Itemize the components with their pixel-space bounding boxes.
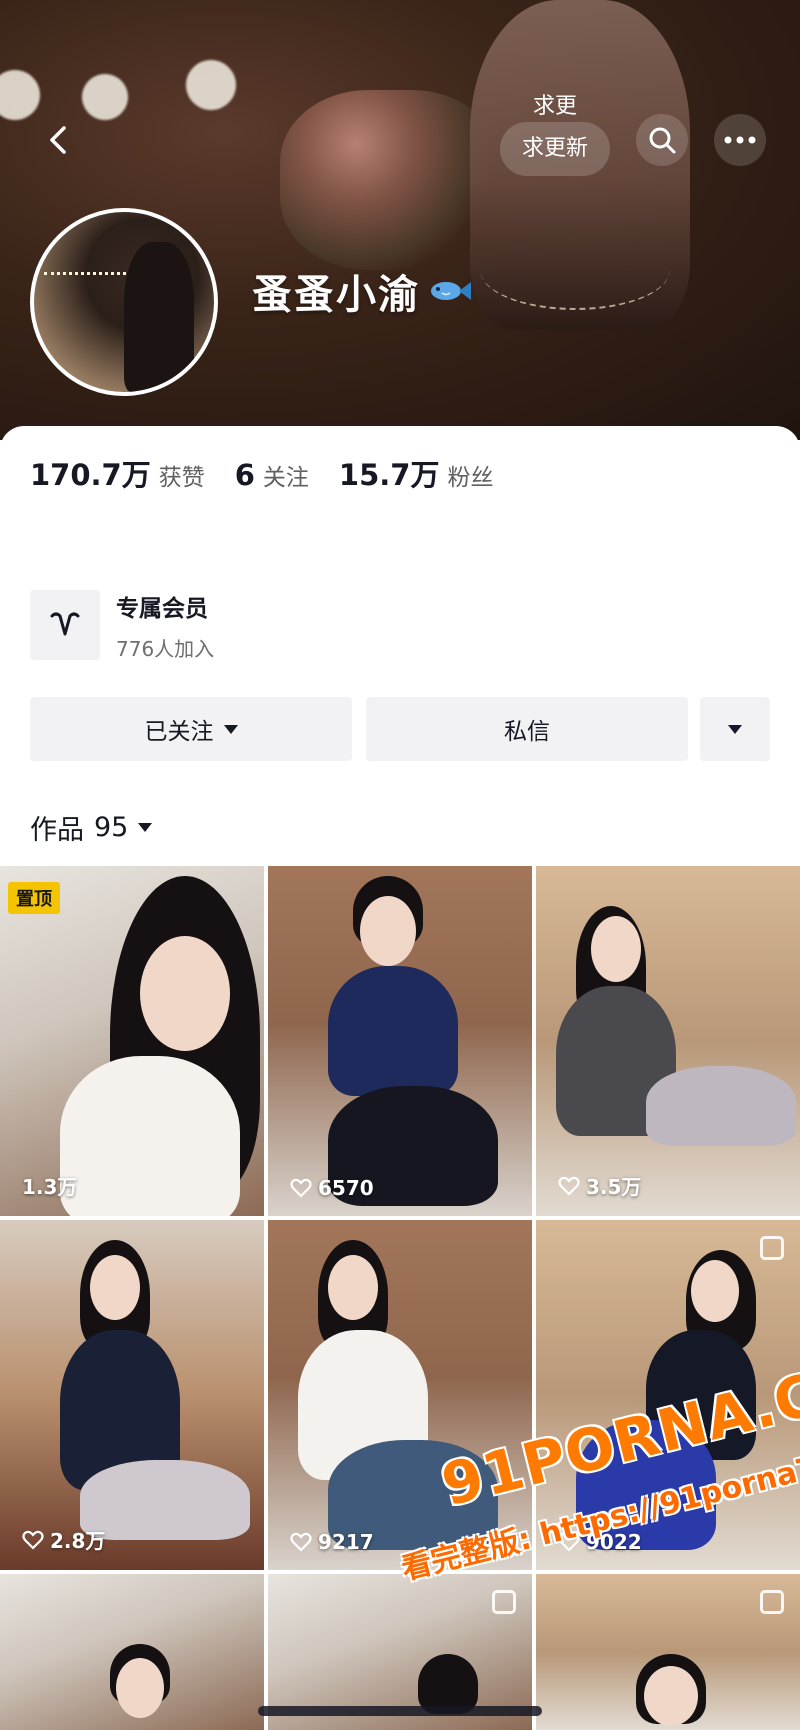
more-dots-icon xyxy=(724,136,756,144)
pinned-badge: 置顶 xyxy=(8,882,60,914)
likes-count: 6570 xyxy=(318,1176,374,1200)
video-likes: 6570 xyxy=(290,1176,374,1200)
chevron-left-icon xyxy=(50,126,66,154)
video-thumbnail[interactable]: 置顶 1.3万 xyxy=(0,866,264,1216)
request-update-button[interactable]: 求更 求更新 xyxy=(500,94,610,180)
stat-value: 15.7万 xyxy=(338,458,440,492)
nickname: 蚤蚤小渝 xyxy=(252,262,472,320)
thumb-face xyxy=(591,916,641,982)
back-button[interactable] xyxy=(32,114,84,166)
thumb-face xyxy=(360,896,416,966)
membership-subtitle: 776人加入 xyxy=(116,636,215,661)
stat-value: 170.7万 xyxy=(30,458,151,492)
heart-icon xyxy=(290,1532,312,1552)
stat-likes[interactable]: 170.7万 获赞 xyxy=(30,452,205,494)
membership-title: 专属会员 xyxy=(116,595,208,622)
thumb-legs xyxy=(80,1460,250,1540)
thumb-face xyxy=(644,1666,698,1726)
stat-followers[interactable]: 15.7万 粉丝 xyxy=(339,452,494,494)
request-update-line2: 求更新 xyxy=(521,136,588,161)
following-button[interactable]: 已关注 xyxy=(30,697,352,761)
video-thumbnail[interactable]: 3.5万 xyxy=(536,866,800,1216)
heart-icon xyxy=(558,1176,580,1196)
video-thumbnail[interactable]: 6570 xyxy=(268,866,532,1216)
membership-text: 专属会员 776人加入 xyxy=(116,589,214,662)
thumb-face xyxy=(328,1255,378,1320)
avatar[interactable] xyxy=(30,208,218,396)
cover-chain xyxy=(480,230,670,310)
stat-value: 6 xyxy=(234,458,255,492)
search-icon xyxy=(649,127,676,154)
profile-actions: 已关注 私信 xyxy=(30,697,770,761)
works-label: 作品 xyxy=(30,815,84,846)
likes-count: 3.5万 xyxy=(586,1175,642,1199)
video-likes: 1.3万 xyxy=(22,1171,77,1200)
likes-count: 1.3万 xyxy=(22,1175,78,1199)
following-label: 已关注 xyxy=(144,719,214,745)
video-likes: 9217 xyxy=(290,1530,374,1554)
caret-down-icon xyxy=(223,724,238,734)
search-button[interactable] xyxy=(636,114,688,166)
more-options-button[interactable] xyxy=(714,114,766,166)
profile-stats: 170.7万 获赞 6 关注 15.7万 粉丝 xyxy=(30,452,523,496)
exclusive-membership-card[interactable]: 专属会员 776人加入 xyxy=(30,588,390,662)
likes-count: 2.8万 xyxy=(50,1529,106,1553)
video-thumbnail[interactable] xyxy=(0,1574,264,1730)
thumb-legs xyxy=(646,1066,796,1146)
message-button[interactable]: 私信 xyxy=(366,697,688,761)
caret-down-icon xyxy=(138,823,153,832)
likes-count: 9217 xyxy=(318,1530,374,1554)
stat-label: 获赞 xyxy=(158,465,205,491)
request-update-line1: 求更 xyxy=(532,94,577,119)
video-likes: 3.5万 xyxy=(558,1171,641,1200)
membership-icon-box xyxy=(30,590,100,660)
stat-label: 粉丝 xyxy=(447,465,494,491)
heart-icon xyxy=(290,1178,312,1198)
select-checkbox[interactable] xyxy=(760,1236,784,1260)
top-bar: 求更 求更新 xyxy=(0,94,800,180)
heart-v-icon xyxy=(50,612,80,636)
works-count: 95 xyxy=(94,812,129,843)
thumb-face xyxy=(116,1658,164,1718)
fish-icon xyxy=(431,282,471,300)
caret-down-icon xyxy=(728,724,742,734)
video-thumbnail[interactable]: 2.8万 xyxy=(0,1220,264,1570)
home-indicator[interactable] xyxy=(258,1706,542,1716)
thumb-body xyxy=(328,966,458,1096)
heart-icon xyxy=(22,1530,44,1550)
works-tab[interactable]: 作品 95 xyxy=(30,808,153,847)
thumb-body xyxy=(60,1056,240,1216)
video-likes: 2.8万 xyxy=(22,1525,105,1554)
nickname-text: 蚤蚤小渝 xyxy=(252,272,420,318)
stat-label: 关注 xyxy=(262,465,309,491)
recommend-toggle-button[interactable] xyxy=(700,697,770,761)
stat-following[interactable]: 6 关注 xyxy=(235,458,309,492)
thumb-face xyxy=(140,936,230,1051)
message-label: 私信 xyxy=(504,719,550,745)
avatar-person xyxy=(124,242,194,392)
thumb-face xyxy=(90,1255,140,1320)
